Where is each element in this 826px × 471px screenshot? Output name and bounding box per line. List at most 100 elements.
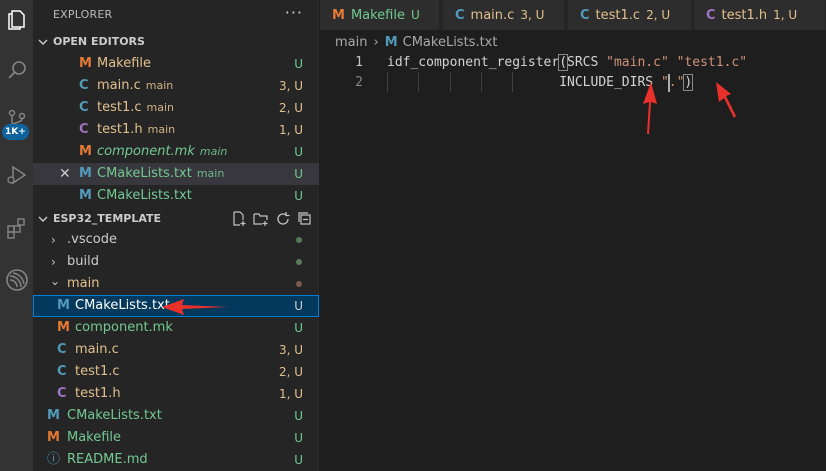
source-control-badge: 1K+ <box>2 124 29 140</box>
string-token: "." <box>660 75 685 90</box>
c-file-icon: C <box>57 342 67 357</box>
explorer-header: EXPLORER ··· <box>33 0 319 30</box>
open-editor-item-active[interactable]: ✕ M CMakeLists.txt main U <box>33 163 319 185</box>
breadcrumb: main › M CMakeLists.txt <box>335 33 497 53</box>
tree-file[interactable]: C main.c 3, U <box>33 339 319 361</box>
tree-file[interactable]: M Makefile U <box>33 427 319 449</box>
open-editor-name: main.c <box>97 78 141 93</box>
more-actions-icon[interactable]: ··· <box>285 3 303 22</box>
file-name: README.md <box>67 452 148 467</box>
new-file-icon[interactable] <box>231 211 247 227</box>
makefile-icon: M <box>79 56 92 71</box>
open-editor-item[interactable]: M component.mk main U <box>33 141 319 163</box>
text-cursor <box>668 74 670 92</box>
keyword-token: SRCS <box>567 55 607 70</box>
cmake-file-icon: M <box>384 35 398 50</box>
tab-makefile[interactable]: M Makefile U <box>320 0 440 30</box>
git-status: 3, U <box>278 343 303 357</box>
git-status: U <box>294 57 303 71</box>
git-status: U <box>294 453 303 467</box>
chevron-down-icon <box>38 39 48 45</box>
breadcrumb-folder[interactable]: main <box>335 35 367 50</box>
tree-folder-build[interactable]: › build <box>33 251 319 273</box>
workspace-label: ESP32_TEMPLATE <box>53 212 162 225</box>
open-editor-name: component.mk <box>97 144 195 159</box>
tab-bar: M Makefile U Cmain.c 3, U Ctest1.c 2, U Ctes… <box>320 0 826 30</box>
open-editor-item[interactable]: C test1.h main 1, U <box>33 119 319 141</box>
git-status: 3, U <box>278 79 303 93</box>
open-editors-header[interactable]: OPEN EDITORS <box>33 31 319 53</box>
workspace-actions <box>231 211 313 227</box>
close-icon[interactable]: ✕ <box>59 163 71 185</box>
annotation-arrow-up <box>643 82 657 134</box>
tree-file[interactable]: ⓘ README.md U <box>33 449 319 471</box>
c-file-icon: C <box>57 364 67 379</box>
tree-file[interactable]: C test1.c 2, U <box>33 361 319 383</box>
file-name: Makefile <box>67 430 122 445</box>
explorer-sidebar: EXPLORER ··· OPEN EDITORS M Makefile U C… <box>33 0 319 471</box>
string-token: "test1.c" <box>676 55 748 70</box>
run-debug-icon[interactable] <box>0 155 33 195</box>
open-editors-label: OPEN EDITORS <box>53 35 145 48</box>
activity-bar: 1K+ <box>0 0 33 471</box>
breadcrumb-file[interactable]: CMakeLists.txt <box>403 35 498 50</box>
tab-test1-c[interactable]: Ctest1.c 2, U <box>568 0 692 30</box>
folder-name: main <box>67 276 100 291</box>
tree-file[interactable]: M component.mk U <box>33 317 319 339</box>
chevron-down-icon: ⌄ <box>50 274 61 288</box>
makefile-icon: M <box>332 8 345 23</box>
extensions-icon[interactable] <box>0 208 33 248</box>
open-editor-folder: main <box>146 101 175 114</box>
open-editor-item[interactable]: C test1.c main 2, U <box>33 97 319 119</box>
git-status: 1, U <box>278 387 303 401</box>
line-number: 2 <box>355 75 363 90</box>
open-editor-folder: main <box>145 79 174 92</box>
refresh-icon[interactable] <box>275 211 291 227</box>
open-editor-item[interactable]: M Makefile U <box>33 53 319 75</box>
tab-main-c[interactable]: Cmain.c 3, U <box>443 0 565 30</box>
file-name: CMakeLists.txt <box>75 298 170 313</box>
git-status: 2, U <box>278 101 303 115</box>
workspace-header[interactable]: ESP32_TEMPLATE <box>33 208 319 230</box>
collapse-all-icon[interactable] <box>297 211 313 227</box>
git-status: U <box>294 167 303 181</box>
tree-folder-vscode[interactable]: › .vscode <box>33 229 319 251</box>
explorer-icon[interactable] <box>0 0 33 40</box>
file-name: test1.c <box>75 364 120 379</box>
makefile-icon: M <box>57 320 70 335</box>
file-name: component.mk <box>75 320 173 335</box>
c-file-icon: C <box>580 8 590 23</box>
git-status: 1, U <box>278 123 303 137</box>
espressif-icon[interactable] <box>0 260 33 300</box>
tab-test1-h[interactable]: Ctest1.h 1, U <box>694 0 826 30</box>
folder-name: .vscode <box>67 232 117 247</box>
line-number: 1 <box>355 55 363 70</box>
header-file-icon: C <box>79 122 89 137</box>
string-token: "main.c" <box>606 55 669 70</box>
open-paren: ( <box>558 54 568 71</box>
open-editor-name: test1.c <box>97 100 142 115</box>
open-editor-folder: main <box>199 145 228 158</box>
search-icon[interactable] <box>0 50 33 90</box>
cmake-file-icon: M <box>79 166 92 181</box>
tree-folder-main[interactable]: ⌄ main <box>33 273 319 295</box>
close-paren: ) <box>683 74 694 91</box>
code-line-1[interactable]: idf_component_register(SRCS "main.c" "te… <box>387 53 747 73</box>
tree-file[interactable]: C test1.h 1, U <box>33 383 319 405</box>
tab-status: 3, U <box>520 8 545 22</box>
chevron-right-icon: › <box>51 233 56 247</box>
open-editor-item[interactable]: C main.c main 3, U <box>33 75 319 97</box>
git-status: U <box>294 431 303 445</box>
editor-area: M Makefile U Cmain.c 3, U Ctest1.c 2, U Ctes… <box>320 0 826 471</box>
git-status: 2, U <box>278 365 303 379</box>
new-folder-icon[interactable] <box>253 211 269 227</box>
tab-status: 1, U <box>773 8 798 22</box>
status-dot <box>296 259 302 265</box>
open-editor-item[interactable]: M CMakeLists.txt U <box>33 185 319 207</box>
status-dot <box>296 237 302 243</box>
tree-file[interactable]: M CMakeLists.txt U <box>33 405 319 427</box>
tab-label: test1.c <box>595 8 641 23</box>
header-file-icon: C <box>57 386 67 401</box>
tab-label: test1.h <box>721 8 768 23</box>
